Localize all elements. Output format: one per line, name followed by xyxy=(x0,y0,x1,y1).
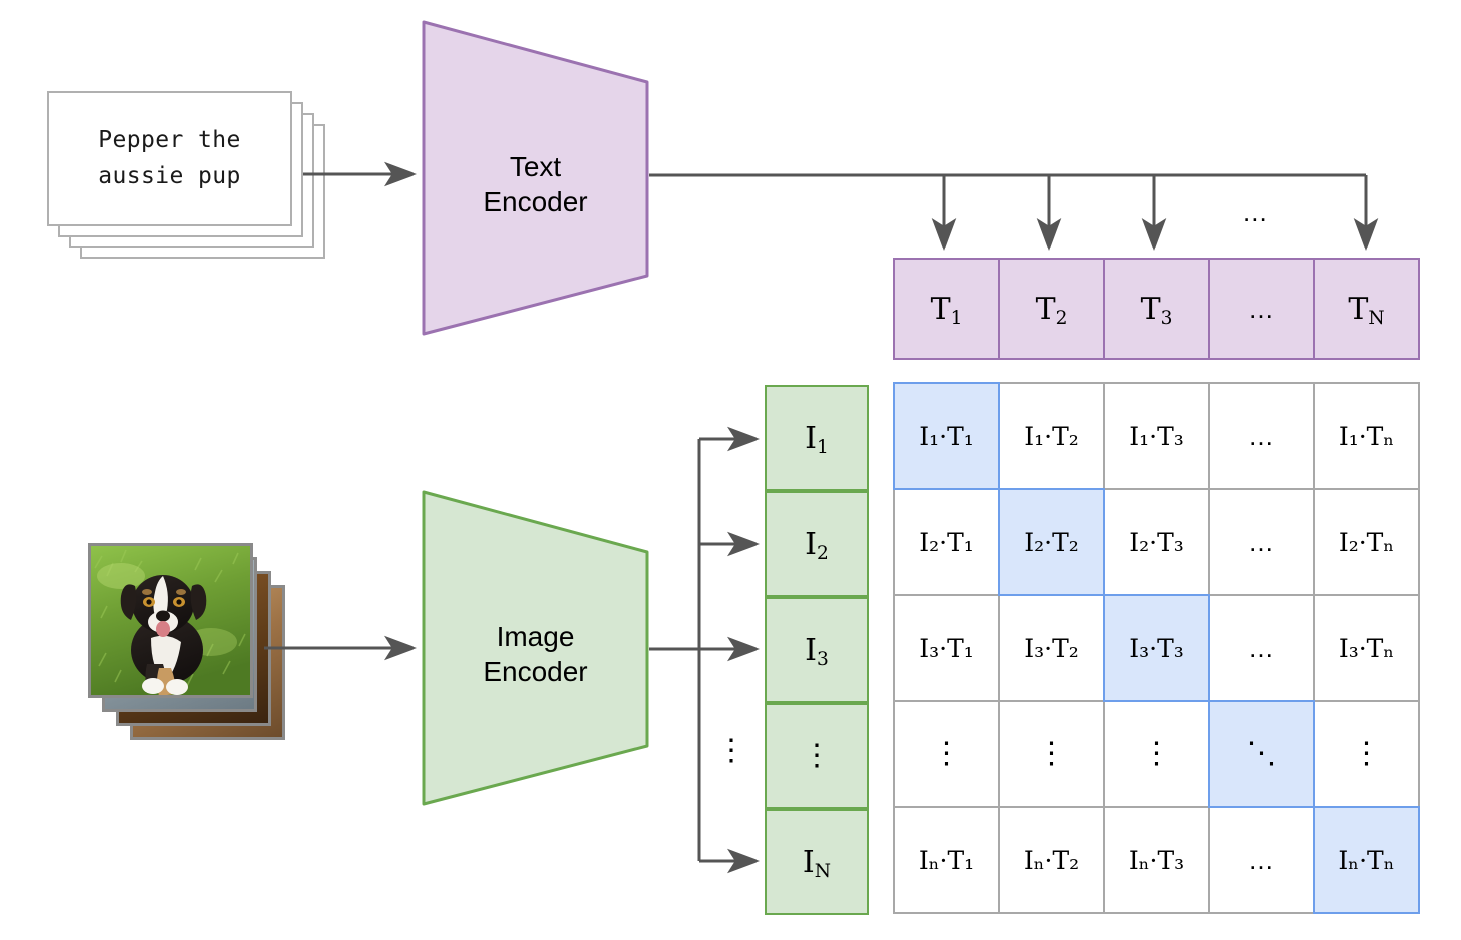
matrix-cell-label: I₁·T₂ xyxy=(1024,421,1079,451)
matrix-cell-label: I₂·T₃ xyxy=(1129,527,1184,557)
matrix-cell-i3-t2: I₃·T₂ xyxy=(998,594,1105,702)
image-embedding-cell-IN: IN xyxy=(765,809,869,915)
matrix-cell-label: ... xyxy=(1249,526,1274,557)
matrix-cell-label: Iₙ·Tₙ xyxy=(1338,845,1395,875)
matrix-cell-label: ... xyxy=(1249,420,1274,451)
image-bus-ellipsis: ⋮ xyxy=(716,733,746,768)
matrix-cell-label: ⋮ xyxy=(1141,736,1172,771)
matrix-cell-i3-tN: I₃·Tₙ xyxy=(1313,594,1420,702)
matrix-cell-hdots-r2-c4: ... xyxy=(1208,488,1315,596)
embedding-label: I3 xyxy=(805,632,829,670)
matrix-cell-label: I₃·Tₙ xyxy=(1338,633,1395,663)
matrix-cell-vdots-r4-c5: ⋮ xyxy=(1313,700,1420,808)
matrix-cell-label: I₃·T₁ xyxy=(919,633,974,663)
matrix-cell-label: Iₙ·T₁ xyxy=(918,845,975,875)
text-embedding-cell-TN: TN xyxy=(1313,258,1420,360)
matrix-cell-label: I₃·T₃ xyxy=(1129,633,1184,663)
matrix-cell-label: ... xyxy=(1249,844,1274,875)
embedding-label: T1 xyxy=(930,291,963,329)
matrix-cell-i3-t3: I₃·T₃ xyxy=(1103,594,1210,702)
matrix-cell-label: I₃·T₂ xyxy=(1024,633,1079,663)
matrix-cell-label: I₂·T₂ xyxy=(1024,527,1079,557)
matrix-cell-label: ⋮ xyxy=(1036,736,1067,771)
diagram-canvas: Pepper the aussie pup Text Encoder Image… xyxy=(0,0,1461,940)
image-embedding-cell-I3: I3 xyxy=(765,597,869,703)
matrix-cell-label: ⋱ xyxy=(1246,736,1277,771)
matrix-cell-iN-t3: Iₙ·T₃ xyxy=(1103,806,1210,914)
matrix-cell-label: Iₙ·T₂ xyxy=(1023,845,1080,875)
matrix-cell-i1-t1: I₁·T₁ xyxy=(893,382,1000,490)
matrix-cell-label: ⋮ xyxy=(931,736,962,771)
image-embedding-cell-I1: I1 xyxy=(765,385,869,491)
matrix-cell-label: I₂·T₁ xyxy=(919,527,974,557)
embedding-label: TN xyxy=(1348,291,1385,329)
image-embedding-cell-I2: I2 xyxy=(765,491,869,597)
matrix-cell-hdots-r5-c4: ... xyxy=(1208,806,1315,914)
matrix-cell-vdots-r4-c1: ⋮ xyxy=(893,700,1000,808)
matrix-cell-i2-t3: I₂·T₃ xyxy=(1103,488,1210,596)
matrix-cell-ddots-r4-c4: ⋱ xyxy=(1208,700,1315,808)
matrix-cell-label: ... xyxy=(1249,632,1274,663)
embedding-label: T3 xyxy=(1140,291,1173,329)
matrix-cell-label: I₁·T₃ xyxy=(1129,421,1184,451)
matrix-cell-i2-t2: I₂·T₂ xyxy=(998,488,1105,596)
matrix-cell-label: I₁·Tₙ xyxy=(1338,421,1395,451)
matrix-cell-vdots-r4-c2: ⋮ xyxy=(998,700,1105,808)
matrix-cell-i2-t1: I₂·T₁ xyxy=(893,488,1000,596)
matrix-cell-label: ⋮ xyxy=(1351,736,1382,771)
matrix-cell-hdots-r3-c4: ... xyxy=(1208,594,1315,702)
embedding-label: I1 xyxy=(805,420,829,458)
matrix-cell-i1-t2: I₁·T₂ xyxy=(998,382,1105,490)
matrix-cell-iN-t1: Iₙ·T₁ xyxy=(893,806,1000,914)
matrix-cell-label: I₁·T₁ xyxy=(919,421,974,451)
ellipsis-glyph: ⋮ xyxy=(802,738,832,773)
matrix-cell-iN-t2: Iₙ·T₂ xyxy=(998,806,1105,914)
text-embedding-cell-T2: T2 xyxy=(998,258,1105,360)
embedding-label: T2 xyxy=(1035,291,1068,329)
matrix-cell-i3-t1: I₃·T₁ xyxy=(893,594,1000,702)
matrix-cell-i1-tN: I₁·Tₙ xyxy=(1313,382,1420,490)
image-embedding-cell-ellipsis: ⋮ xyxy=(765,703,869,809)
text-bus-ellipsis: ... xyxy=(1243,197,1268,227)
matrix-cell-label: I₂·Tₙ xyxy=(1338,527,1395,557)
text-embedding-cell-T3: T3 xyxy=(1103,258,1210,360)
embedding-label: I2 xyxy=(805,526,829,564)
matrix-cell-vdots-r4-c3: ⋮ xyxy=(1103,700,1210,808)
matrix-cell-label: Iₙ·T₃ xyxy=(1128,845,1185,875)
matrix-cell-i1-t3: I₁·T₃ xyxy=(1103,382,1210,490)
text-embedding-cell-T1: T1 xyxy=(893,258,1000,360)
text-embedding-cell-ellipsis: ... xyxy=(1208,258,1315,360)
matrix-cell-hdots-r1-c4: ... xyxy=(1208,382,1315,490)
matrix-cell-iN-tN: Iₙ·Tₙ xyxy=(1313,806,1420,914)
ellipsis-glyph: ... xyxy=(1249,293,1274,324)
embedding-label: IN xyxy=(802,844,832,882)
matrix-cell-i2-tN: I₂·Tₙ xyxy=(1313,488,1420,596)
